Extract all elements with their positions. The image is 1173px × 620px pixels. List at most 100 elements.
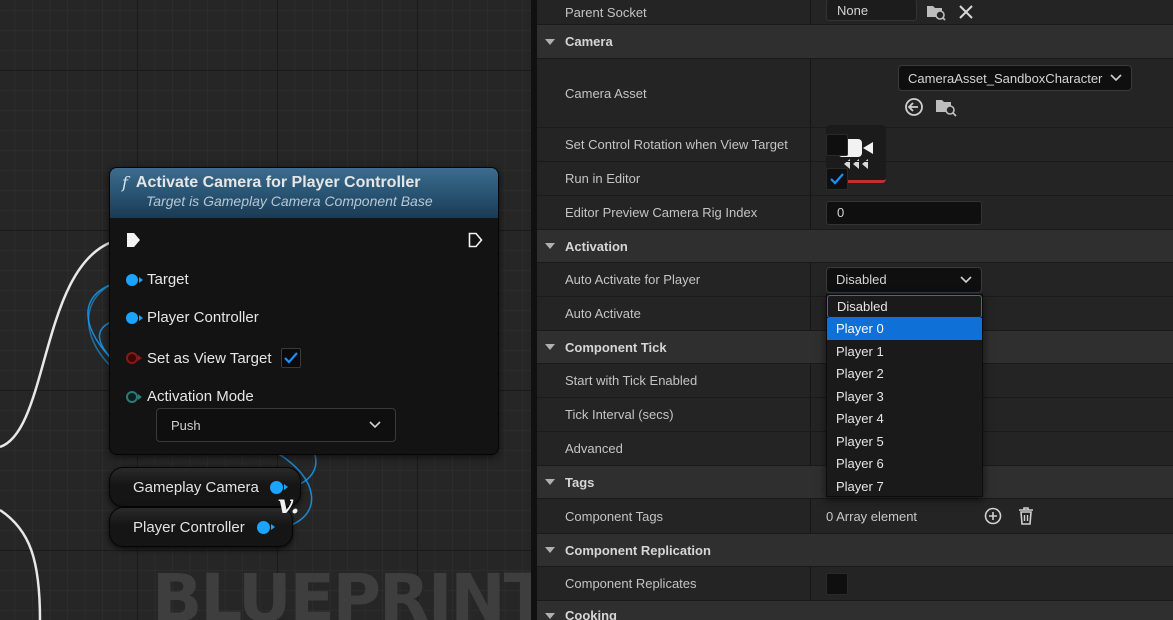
player-controller-pin-label: Player Controller xyxy=(147,309,259,326)
set-control-rotation-label: Set Control Rotation when View Target xyxy=(565,137,788,152)
checkmark-icon xyxy=(283,352,298,364)
add-element-icon[interactable] xyxy=(982,505,1004,527)
expand-arrow-icon[interactable] xyxy=(545,344,555,350)
component-replicates-label: Component Replicates xyxy=(565,576,697,591)
category-camera-label: Camera xyxy=(565,34,613,49)
expand-arrow-icon[interactable] xyxy=(545,243,555,249)
menu-option-player-2[interactable]: Player 2 xyxy=(827,363,982,386)
auto-activate-for-player-label: Auto Activate for Player xyxy=(565,272,701,287)
chevron-down-icon xyxy=(1110,74,1122,82)
set-as-view-target-pin[interactable]: Set as View Target xyxy=(126,348,301,368)
chevron-down-icon xyxy=(960,275,972,283)
use-selected-asset-icon[interactable] xyxy=(903,96,925,118)
camera-asset-combo[interactable]: CameraAsset_SandboxCharacter xyxy=(898,65,1132,91)
gameplay-camera-label: Gameplay Camera xyxy=(133,478,259,496)
run-in-editor-label: Run in Editor xyxy=(565,171,641,186)
run-in-editor-checkbox[interactable] xyxy=(826,167,848,190)
category-activation[interactable]: Activation xyxy=(537,230,1173,263)
object-pin-icon[interactable] xyxy=(256,520,275,534)
category-cooking-label: Cooking xyxy=(565,608,617,620)
activation-mode-value: Push xyxy=(171,417,201,433)
menu-list[interactable]: Disabled Player 0 Player 1 Player 2 Player 3… xyxy=(827,295,982,498)
parent-socket-row: Parent Socket None xyxy=(537,0,1173,25)
advanced-label: Advanced xyxy=(565,441,623,456)
category-activation-label: Activation xyxy=(565,238,628,254)
chevron-down-icon xyxy=(369,421,381,429)
player-controller-pin[interactable]: Player Controller xyxy=(126,309,259,326)
expand-arrow-icon[interactable] xyxy=(545,479,555,485)
target-pin[interactable]: Target xyxy=(126,271,189,288)
browse-asset-icon[interactable] xyxy=(935,96,957,118)
gameplay-camera-variable-node[interactable]: Gameplay Camera xyxy=(109,467,301,507)
clear-icon[interactable] xyxy=(955,1,977,23)
preview-rig-index-field[interactable]: 0 xyxy=(826,200,982,225)
preview-rig-index-label: Editor Preview Camera Rig Index xyxy=(565,205,758,220)
delete-icon[interactable] xyxy=(1015,505,1037,527)
object-pin-icon[interactable] xyxy=(126,273,143,286)
blueprint-watermark: BLUEPRINT xyxy=(152,560,531,620)
parent-socket-value: None xyxy=(837,2,869,18)
category-component-replication[interactable]: Component Replication xyxy=(537,534,1173,567)
camera-asset-label: Camera Asset xyxy=(565,85,647,101)
parent-socket-field[interactable]: None xyxy=(826,0,917,21)
expand-arrow-icon[interactable] xyxy=(545,613,555,619)
parent-socket-label: Parent Socket xyxy=(565,4,647,20)
expand-arrow-icon[interactable] xyxy=(545,547,555,553)
menu-option-player-5[interactable]: Player 5 xyxy=(827,430,982,453)
auto-activate-for-player-value: Disabled xyxy=(836,272,887,287)
category-tags-label: Tags xyxy=(565,474,595,490)
preview-rig-index-value: 0 xyxy=(837,205,845,220)
player-controller-var-label: Player Controller xyxy=(133,518,245,536)
menu-option-player-4[interactable]: Player 4 xyxy=(827,408,982,431)
function-icon: f xyxy=(122,173,128,192)
object-pin-icon[interactable] xyxy=(126,311,143,324)
preview-rig-index-row: Editor Preview Camera Rig Index 0 xyxy=(537,196,1173,230)
player-controller-variable-node[interactable]: Player Controller xyxy=(109,507,293,547)
tick-interval-label: Tick Interval (secs) xyxy=(565,407,674,422)
expand-arrow-icon[interactable] xyxy=(545,38,555,45)
activation-mode-label: Activation Mode xyxy=(147,388,254,405)
set-control-rotation-row: Set Control Rotation when View Target xyxy=(537,128,1173,162)
enum-pin-icon[interactable] xyxy=(126,390,142,403)
camera-asset-value: CameraAsset_SandboxCharacter xyxy=(908,70,1103,86)
component-tags-row: Component Tags 0 Array element xyxy=(537,499,1173,534)
blueprint-graph[interactable]: BLUEPRINT f Activate Camera for Player C… xyxy=(0,0,531,620)
component-tags-value: 0 Array element xyxy=(826,508,918,524)
camera-asset-row: Camera Asset CameraAsset_SandboxCharacte… xyxy=(537,59,1173,183)
component-replicates-row: Component Replicates xyxy=(537,567,1173,601)
browse-socket-icon[interactable] xyxy=(925,1,947,23)
set-as-view-target-checkbox[interactable] xyxy=(280,348,301,368)
menu-option-player-7[interactable]: Player 7 xyxy=(827,475,982,498)
activation-mode-combo[interactable]: Push xyxy=(156,408,396,442)
category-camera[interactable]: Camera xyxy=(537,25,1173,59)
menu-option-player-3[interactable]: Player 3 xyxy=(827,385,982,408)
menu-option-disabled[interactable]: Disabled xyxy=(827,295,982,318)
category-cooking[interactable]: Cooking xyxy=(537,601,1173,620)
target-pin-label: Target xyxy=(147,271,189,288)
menu-option-player-6[interactable]: Player 6 xyxy=(827,453,982,476)
auto-activate-player-menu[interactable]: Disabled Player 0 Player 1 Player 2 Player 3… xyxy=(826,294,983,497)
category-replication-label: Component Replication xyxy=(565,542,711,558)
menu-option-player-0[interactable]: Player 0 xyxy=(827,317,982,340)
exec-in-pin-icon[interactable] xyxy=(126,232,141,248)
bool-pin-icon[interactable] xyxy=(126,352,142,364)
node-subtitle: Target is Gameplay Camera Component Base xyxy=(146,193,433,209)
set-control-rotation-checkbox[interactable] xyxy=(826,133,848,156)
category-component-tick-label: Component Tick xyxy=(565,339,667,355)
activation-mode-pin[interactable]: Activation Mode xyxy=(126,388,254,405)
run-in-editor-row: Run in Editor xyxy=(537,162,1173,196)
set-as-view-target-label: Set as View Target xyxy=(147,349,272,367)
menu-option-player-1[interactable]: Player 1 xyxy=(827,340,982,363)
auto-activate-for-player-row: Auto Activate for Player Disabled xyxy=(537,263,1173,297)
node-title: Activate Camera for Player Controller xyxy=(135,173,421,191)
component-replicates-checkbox[interactable] xyxy=(826,572,848,595)
exec-out-pin-icon[interactable] xyxy=(468,232,483,248)
checkmark-icon xyxy=(830,172,844,185)
activate-camera-node[interactable]: f Activate Camera for Player Controller … xyxy=(109,167,499,455)
auto-activate-label: Auto Activate xyxy=(565,306,641,321)
reroute-glyph: v. xyxy=(278,490,300,520)
component-tags-label: Component Tags xyxy=(565,508,664,524)
auto-activate-for-player-combo[interactable]: Disabled xyxy=(826,266,982,293)
start-with-tick-label: Start with Tick Enabled xyxy=(565,373,698,388)
node-header[interactable]: f Activate Camera for Player Controller … xyxy=(110,168,498,218)
